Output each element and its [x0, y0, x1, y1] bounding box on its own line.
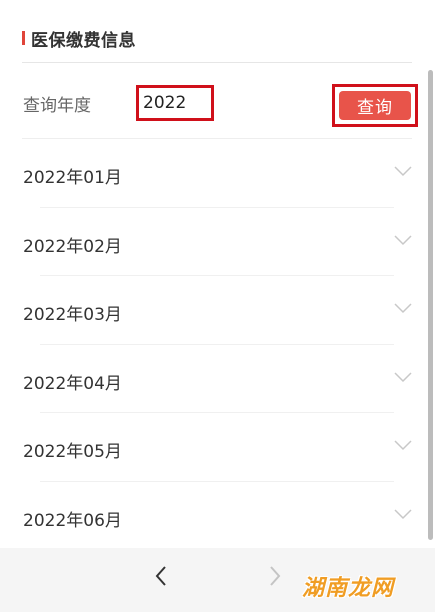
month-label: 2022年02月 — [23, 236, 122, 257]
month-item-06[interactable]: 2022年06月 — [0, 482, 435, 551]
section-header: 医保缴费信息 — [22, 26, 136, 51]
month-label: 2022年01月 — [23, 168, 122, 188]
month-item-04[interactable]: 2022年04月 — [0, 345, 435, 413]
bottom-nav-bar: 湖南龙网 — [0, 548, 435, 612]
header-divider — [22, 62, 412, 63]
month-label: 2022年05月 — [23, 442, 122, 462]
month-item-02[interactable]: 2022年02月 — [0, 208, 435, 276]
month-item-05[interactable]: 2022年05月 — [0, 413, 435, 482]
month-list: 2022年01月 2022年02月 2022年03月 2022年04月 2022… — [0, 139, 435, 550]
chevron-left-icon[interactable] — [150, 564, 172, 588]
chevron-down-icon — [394, 508, 412, 519]
query-year-label: 查询年度 — [23, 96, 91, 116]
app-page: 医保缴费信息 查询年度 查询 2022年01月 2022年02月 2022年03… — [0, 0, 435, 612]
month-item-01[interactable]: 2022年01月 — [0, 139, 435, 208]
month-label: 2022年04月 — [23, 373, 122, 394]
scrollbar-thumb[interactable] — [428, 70, 433, 540]
query-button-highlight: 查询 — [332, 84, 418, 127]
year-input[interactable] — [141, 90, 209, 116]
scrollbar[interactable] — [428, 70, 433, 540]
month-label: 2022年06月 — [23, 510, 122, 531]
chevron-down-icon — [394, 371, 412, 382]
chevron-down-icon — [394, 440, 412, 451]
section-title: 医保缴费信息 — [31, 30, 136, 51]
chevron-down-icon — [394, 303, 412, 314]
query-button[interactable]: 查询 — [339, 91, 411, 120]
chevron-down-icon — [394, 234, 412, 245]
watermark-logo: 湖南龙网 — [302, 576, 395, 601]
chevron-down-icon — [394, 166, 412, 177]
chevron-right-icon[interactable] — [264, 564, 286, 588]
year-input-highlight — [136, 85, 214, 121]
section-accent-bar — [22, 31, 25, 45]
month-item-03[interactable]: 2022年03月 — [0, 276, 435, 345]
month-label: 2022年03月 — [23, 305, 122, 325]
